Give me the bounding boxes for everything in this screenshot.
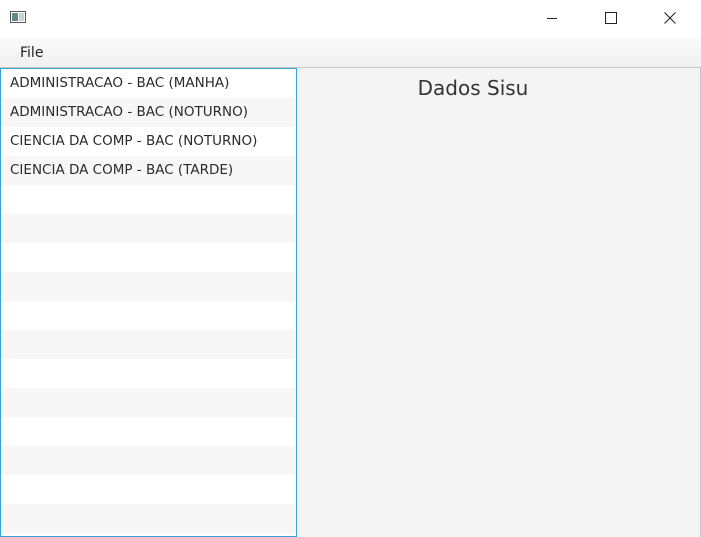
close-icon: [664, 12, 676, 24]
menu-file[interactable]: File: [12, 38, 51, 68]
empty-list-row: [1, 272, 296, 301]
maximize-icon: [605, 12, 617, 24]
minimize-button[interactable]: [523, 0, 581, 36]
list-item[interactable]: ADMINISTRACAO - BAC (MANHA): [1, 69, 296, 98]
empty-list-row: [1, 446, 296, 475]
main-content: ADMINISTRACAO - BAC (MANHA) ADMINISTRACA…: [0, 68, 701, 537]
empty-list-row: [1, 330, 296, 359]
empty-list-row: [1, 388, 296, 417]
list-item[interactable]: CIENCIA DA COMP - BAC (NOTURNO): [1, 127, 296, 156]
panel-title: Dados Sisu: [417, 76, 529, 100]
title-bar[interactable]: [0, 0, 701, 38]
empty-list-row: [1, 301, 296, 330]
empty-list-row: [1, 533, 296, 536]
empty-list-row: [1, 359, 296, 388]
empty-list-row: [1, 475, 296, 504]
close-button[interactable]: [641, 0, 699, 36]
empty-list-row: [1, 243, 296, 272]
maximize-button[interactable]: [582, 0, 640, 36]
empty-list-row: [1, 214, 296, 243]
menu-bar: File: [0, 38, 701, 68]
course-list[interactable]: ADMINISTRACAO - BAC (MANHA) ADMINISTRACA…: [0, 68, 297, 537]
empty-list-row: [1, 504, 296, 533]
empty-list-row: [1, 417, 296, 446]
list-item[interactable]: ADMINISTRACAO - BAC (NOTURNO): [1, 98, 296, 127]
minimize-icon: [547, 18, 557, 19]
empty-list-row: [1, 185, 296, 214]
app-icon[interactable]: [10, 11, 26, 23]
detail-panel: Dados Sisu: [297, 68, 701, 537]
list-item[interactable]: CIENCIA DA COMP - BAC (TARDE): [1, 156, 296, 185]
